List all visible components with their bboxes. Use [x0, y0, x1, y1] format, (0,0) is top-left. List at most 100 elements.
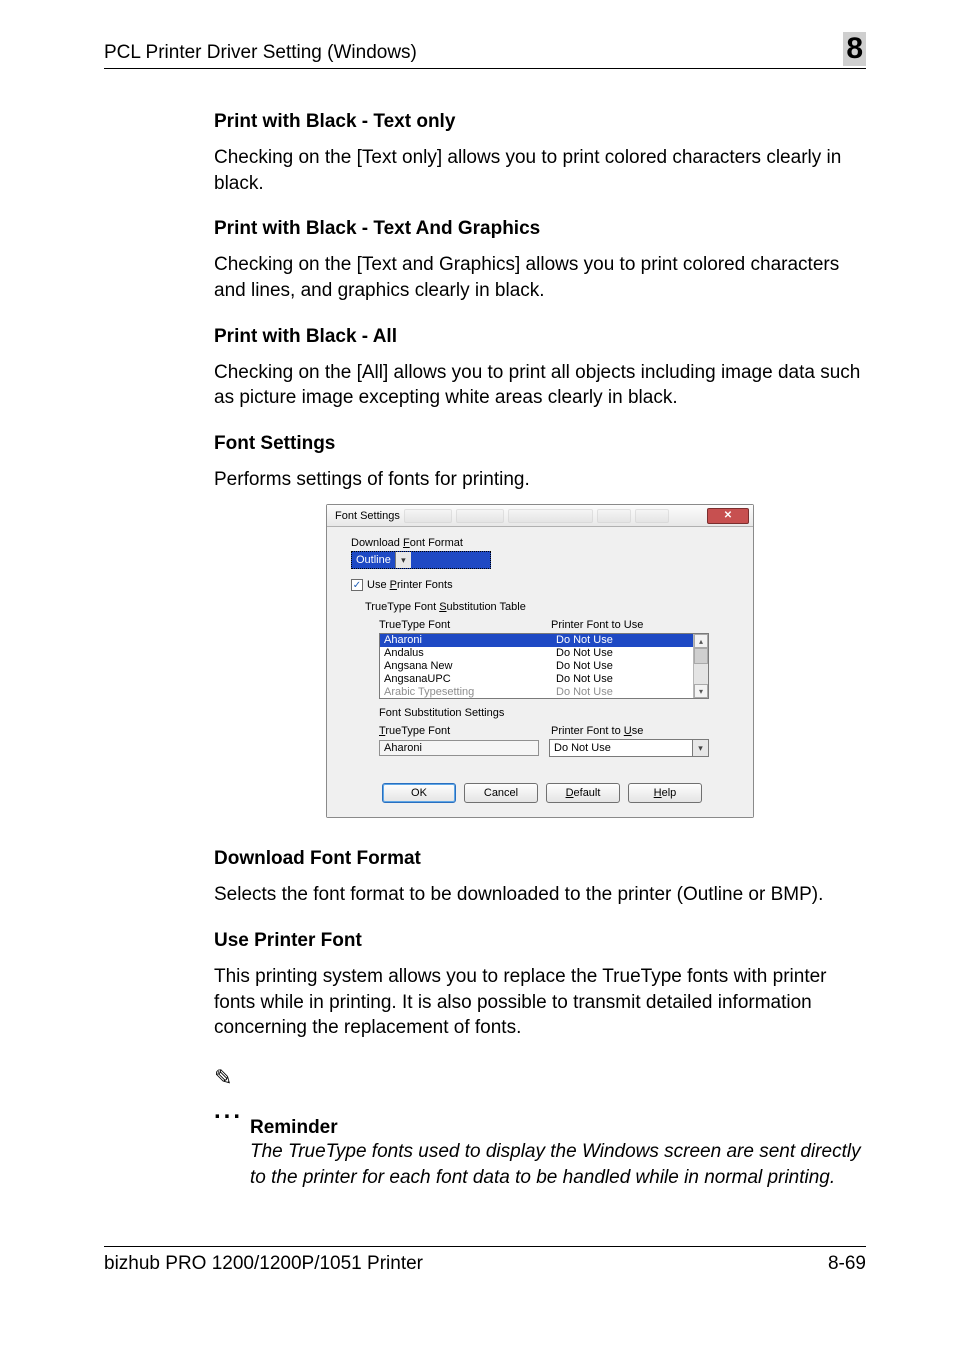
page-header: PCL Printer Driver Setting (Windows) 8	[104, 32, 866, 69]
label-post: ubstitution Table	[447, 601, 526, 613]
section-body-text-graphics: Checking on the [Text and Graphics] allo…	[214, 252, 866, 303]
listbox-scrollbar[interactable]: ▴ ▾	[693, 634, 708, 698]
dialog-button-row: OK Cancel Default Help	[351, 783, 733, 803]
cell-truetype: Angsana New	[384, 660, 556, 673]
footer-product: bizhub PRO 1200/1200P/1051 Printer	[104, 1253, 423, 1275]
label-pre: TrueType Font	[365, 601, 439, 613]
label-pre: Use	[367, 579, 390, 591]
section-body-download-format: Selects the font format to be downloaded…	[214, 882, 866, 908]
font-substitution-settings-group: Font Substitution Settings TrueType Font…	[379, 707, 733, 757]
scroll-thumb[interactable]	[694, 648, 708, 664]
check-glyph: ✓	[353, 580, 361, 591]
substitution-table-listbox[interactable]: Aharoni Do Not Use Andalus Do Not Use An…	[379, 633, 709, 699]
selected-truetype-font: Aharoni	[379, 740, 539, 756]
table-row[interactable]: Aharoni Do Not Use	[380, 634, 708, 647]
scroll-track[interactable]	[694, 664, 708, 684]
label-accel: H	[654, 787, 662, 799]
help-button[interactable]: Help	[628, 783, 702, 803]
section-heading-download-format: Download Font Format	[214, 848, 866, 870]
arrow-glyph: ▾	[401, 555, 406, 566]
label-pre: Printer Font to	[551, 725, 624, 737]
section-body-text-only: Checking on the [Text only] allows you t…	[214, 145, 866, 196]
chevron-up-icon: ▴	[699, 637, 703, 646]
label-post: efault	[574, 787, 601, 799]
truetype-font-label: TrueType Font	[379, 725, 551, 737]
cell-truetype: Andalus	[384, 647, 556, 660]
label-accel: F	[403, 537, 410, 549]
section-heading-text-only: Print with Black - Text only	[214, 111, 866, 133]
reminder-note: ✎...	[214, 1063, 866, 1117]
section-heading-text-graphics: Print with Black - Text And Graphics	[214, 218, 866, 240]
table-row[interactable]: Angsana New Do Not Use	[380, 660, 708, 673]
note-icon: ✎...	[214, 1063, 250, 1117]
combo-value: Do Not Use	[550, 742, 692, 754]
note-title: Reminder	[250, 1117, 866, 1139]
chevron-down-icon[interactable]: ▾	[395, 552, 411, 568]
label-post: elp	[662, 787, 677, 799]
close-button[interactable]: ✕	[707, 508, 749, 524]
cell-truetype: AngsanaUPC	[384, 673, 556, 686]
printer-font-combo[interactable]: Do Not Use ▾	[549, 739, 709, 757]
use-printer-fonts-checkbox-row[interactable]: ✓ Use Printer Fonts	[351, 579, 733, 591]
section-body-all: Checking on the [All] allows you to prin…	[214, 360, 866, 411]
table-row[interactable]: Andalus Do Not Use	[380, 647, 708, 660]
cell-truetype: Arabic Typesetting	[384, 686, 556, 699]
substitution-table-header: TrueType Font Printer Font to Use	[379, 619, 733, 631]
cell-printerfont: Do Not Use	[556, 634, 696, 647]
section-heading-font-settings: Font Settings	[214, 433, 866, 455]
titlebar-ghost-button	[508, 509, 593, 523]
scroll-down-button[interactable]: ▾	[694, 684, 708, 698]
button-label: OK	[411, 787, 427, 799]
combo-value: Outline	[352, 554, 395, 566]
cell-printerfont: Do Not Use	[556, 686, 696, 699]
cell-printerfont: Do Not Use	[556, 647, 696, 660]
chevron-down-icon[interactable]: ▾	[692, 740, 708, 756]
checkbox-icon[interactable]: ✓	[351, 579, 363, 591]
section-heading-use-printer-font: Use Printer Font	[214, 930, 866, 952]
default-button[interactable]: Default	[546, 783, 620, 803]
chevron-down-icon: ▾	[699, 687, 703, 696]
label-accel: S	[439, 601, 446, 613]
label-accel: P	[390, 579, 397, 591]
ellipsis-icon: ...	[214, 1105, 243, 1117]
table-row[interactable]: Arabic Typesetting Do Not Use	[380, 686, 708, 699]
cancel-button[interactable]: Cancel	[464, 783, 538, 803]
arrow-glyph: ▾	[698, 743, 703, 754]
chapter-badge: 8	[843, 32, 866, 66]
col-truetype-font: TrueType Font	[379, 619, 551, 631]
cell-truetype: Aharoni	[384, 634, 556, 647]
ok-button[interactable]: OK	[382, 783, 456, 803]
table-row[interactable]: AngsanaUPC Do Not Use	[380, 673, 708, 686]
close-icon: ✕	[724, 510, 732, 521]
dialog-titlebar: Font Settings ✕	[327, 505, 753, 527]
font-substitution-settings-label: Font Substitution Settings	[379, 707, 733, 719]
label-post: rinter Fonts	[397, 579, 453, 591]
button-label: Cancel	[484, 787, 518, 799]
pencil-icon: ✎	[214, 1065, 232, 1090]
cell-printerfont: Do Not Use	[556, 660, 696, 673]
printer-font-to-use-label: Printer Font to Use	[551, 725, 643, 737]
use-printer-fonts-label: Use Printer Fonts	[367, 579, 453, 591]
chapter-number: 8	[846, 32, 863, 65]
label-accel: D	[566, 787, 574, 799]
download-font-format-label: Download Font Format	[351, 537, 733, 549]
cell-printerfont: Do Not Use	[556, 673, 696, 686]
section-heading-all: Print with Black - All	[214, 326, 866, 348]
titlebar-ghost-button	[404, 509, 452, 523]
section-body-font-settings: Performs settings of fonts for printing.	[214, 467, 866, 493]
section-body-use-printer-font: This printing system allows you to repla…	[214, 964, 866, 1041]
note-text: The TrueType fonts used to display the W…	[250, 1139, 866, 1190]
label-pre: Download	[351, 537, 403, 549]
col-printer-font: Printer Font to Use	[551, 619, 691, 631]
label-post: ont Format	[410, 537, 463, 549]
download-font-format-combo[interactable]: Outline ▾	[351, 551, 491, 569]
label-accel: U	[624, 725, 632, 737]
substitution-table-label: TrueType Font Substitution Table	[365, 601, 733, 613]
scroll-up-button[interactable]: ▴	[694, 634, 708, 648]
titlebar-ghost-button	[456, 509, 504, 523]
font-settings-dialog: Font Settings ✕ Download Font Format Out…	[326, 504, 754, 818]
titlebar-ghost-button	[597, 509, 631, 523]
label-post: se	[632, 725, 644, 737]
page-footer: bizhub PRO 1200/1200P/1051 Printer 8-69	[104, 1246, 866, 1275]
main-content: Print with Black - Text only Checking on…	[104, 111, 866, 1190]
